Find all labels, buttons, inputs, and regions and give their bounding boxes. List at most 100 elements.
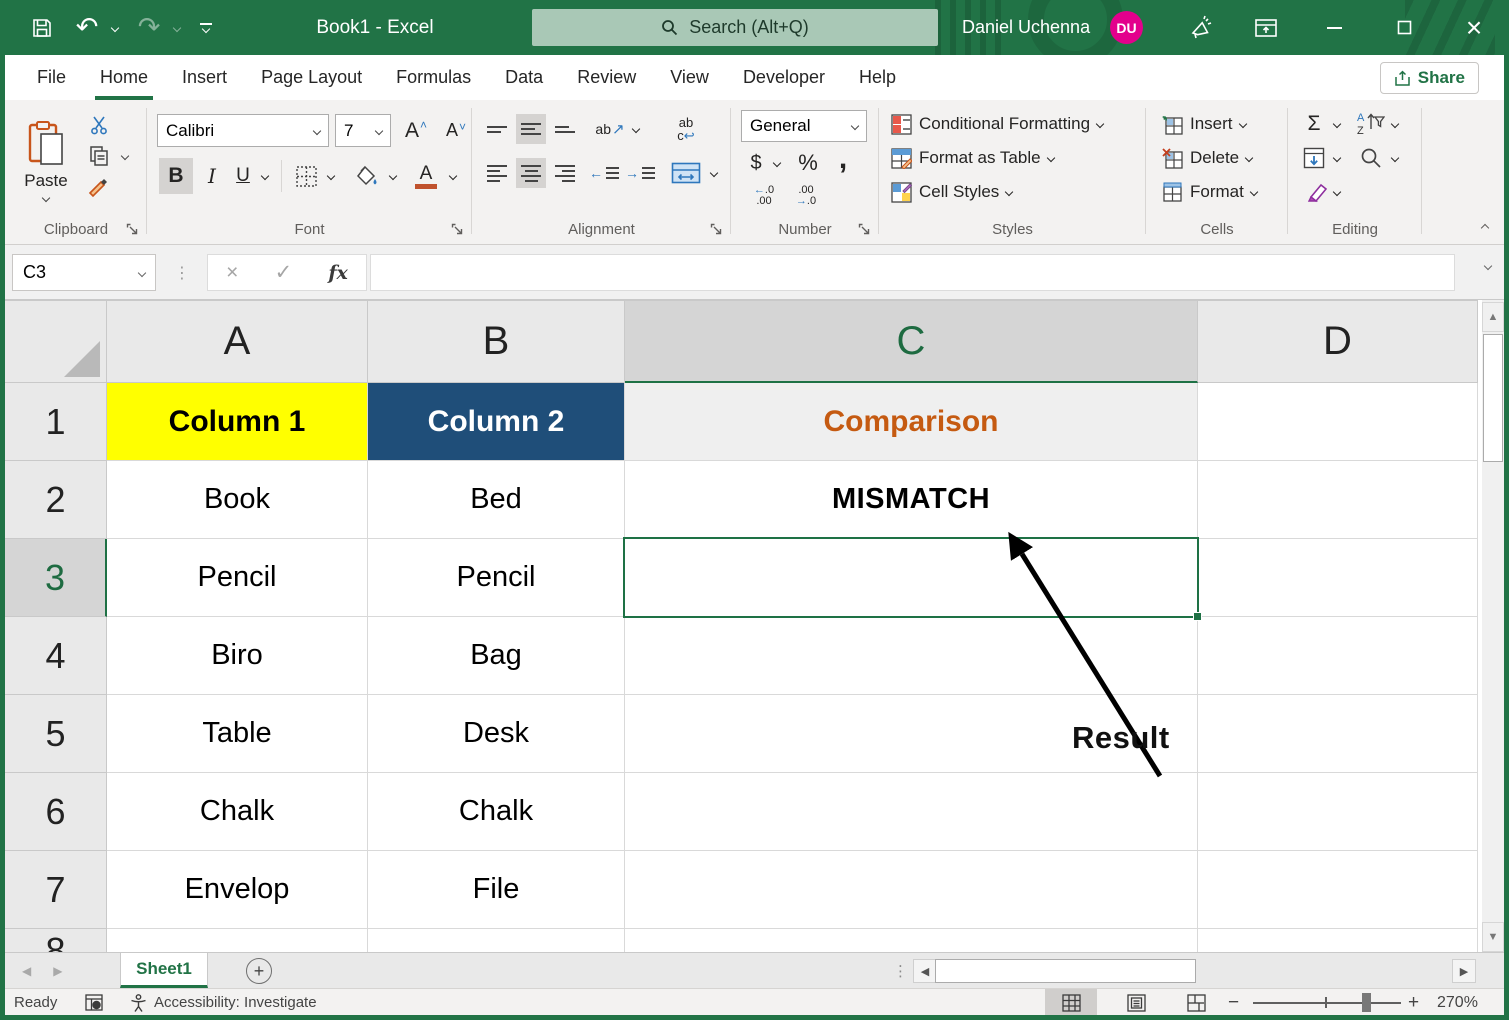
cell-a5[interactable]: Table [107,695,368,773]
comma-style-icon[interactable]: , [831,144,855,174]
orientation-icon[interactable]: ab↗ [594,114,626,144]
number-dialog-launcher-icon[interactable] [858,223,872,237]
cell-d1[interactable] [1198,383,1478,461]
sort-filter-icon[interactable]: AZ [1354,108,1388,138]
tab-home[interactable]: Home [83,55,165,100]
middle-align-icon[interactable] [516,114,546,144]
cell-b1[interactable]: Column 2 [368,383,625,461]
cell-c6[interactable] [625,773,1198,851]
copy-dropdown-icon[interactable] [117,144,133,168]
normal-view-icon[interactable] [1045,989,1097,1016]
tab-developer[interactable]: Developer [726,55,842,100]
tab-page-layout[interactable]: Page Layout [244,55,379,100]
insert-cells-button[interactable]: Insert [1162,110,1246,138]
decrease-indent-icon[interactable]: ← [588,158,620,188]
redo-button[interactable]: ↷ [132,0,166,55]
cell-d4[interactable] [1198,617,1478,695]
vertical-scrollbar-thumb[interactable] [1483,334,1503,462]
page-break-preview-icon[interactable] [1170,989,1222,1016]
increase-font-size-icon[interactable]: A˄ [399,114,433,147]
name-box-dropdown-icon[interactable] [138,268,146,276]
cell-c2[interactable]: MISMATCH [625,461,1198,539]
row-header-3[interactable]: 3 [5,539,107,617]
cell-a8[interactable] [107,929,368,952]
bottom-align-icon[interactable] [550,114,580,144]
feedback-megaphone-icon[interactable] [1180,0,1220,55]
macro-record-icon[interactable] [85,989,103,1016]
row-header-8[interactable]: 8 [5,929,107,952]
tab-review[interactable]: Review [560,55,653,100]
expand-formula-bar-icon[interactable] [1484,262,1492,270]
top-align-icon[interactable] [482,114,512,144]
zoom-out-icon[interactable]: − [1228,989,1239,1016]
cell-d5[interactable] [1198,695,1478,773]
alignment-dialog-launcher-icon[interactable] [710,223,724,237]
scroll-up-icon[interactable]: ▲ [1482,302,1504,332]
horizontal-scrollbar-grip[interactable]: ⋮ [893,953,908,989]
scroll-down-icon[interactable]: ▼ [1482,922,1504,952]
column-header-c[interactable]: C [625,301,1198,383]
vertical-scrollbar[interactable]: ▲ ▼ [1482,300,1504,952]
find-select-dropdown-icon[interactable] [1388,144,1402,172]
font-color-icon[interactable]: A [409,158,443,194]
horizontal-scrollbar-thumb[interactable] [935,959,1196,983]
font-name-combobox[interactable]: Calibri [157,114,329,147]
cell-b6[interactable]: Chalk [368,773,625,851]
bold-button[interactable]: B [159,158,193,194]
maximize-button[interactable] [1380,0,1428,55]
cell-d3[interactable] [1198,539,1478,617]
delete-cells-button[interactable]: Delete [1162,144,1252,172]
zoom-slider-track[interactable] [1253,1002,1401,1004]
align-right-icon[interactable] [550,158,580,188]
zoom-level[interactable]: 270% [1437,989,1478,1016]
previous-sheet-icon[interactable]: ◀ [22,964,31,978]
accessibility-status[interactable]: Accessibility: Investigate [130,989,317,1016]
underline-dropdown-icon[interactable] [257,158,273,194]
cell-c4[interactable] [625,617,1198,695]
borders-icon[interactable] [291,158,321,194]
tab-view[interactable]: View [653,55,726,100]
merge-and-center-icon[interactable] [668,158,704,188]
conditional-formatting-button[interactable]: Conditional Formatting [891,110,1103,138]
row-header-1[interactable]: 1 [5,383,107,461]
cell-d7[interactable] [1198,851,1478,929]
row-header-7[interactable]: 7 [5,851,107,929]
autosum-icon[interactable]: Σ [1300,110,1328,138]
percent-style-icon[interactable]: % [793,148,823,178]
currency-format-icon[interactable]: $ [745,148,767,178]
cell-a7[interactable]: Envelop [107,851,368,929]
tab-insert[interactable]: Insert [165,55,244,100]
fill-handle[interactable] [1193,612,1202,621]
column-header-a[interactable]: A [107,301,368,383]
cell-c8[interactable] [625,929,1198,952]
row-header-4[interactable]: 4 [5,617,107,695]
cell-b5[interactable]: Desk [368,695,625,773]
tab-data[interactable]: Data [488,55,560,100]
font-color-dropdown-icon[interactable] [445,158,461,194]
save-icon[interactable] [24,0,60,55]
cell-a2[interactable]: Book [107,461,368,539]
cell-styles-button[interactable]: Cell Styles [891,178,1012,206]
fill-color-dropdown-icon[interactable] [385,158,401,194]
search-input[interactable]: Search (Alt+Q) [532,9,938,46]
tab-formulas[interactable]: Formulas [379,55,488,100]
cell-d8[interactable] [1198,929,1478,952]
increase-decimal-icon[interactable]: ←.0.00 [745,182,783,210]
tab-file[interactable]: File [20,55,83,100]
zoom-slider-thumb[interactable] [1362,993,1371,1012]
cell-c1[interactable]: Comparison [625,383,1198,461]
fill-color-icon[interactable] [351,158,383,194]
format-as-table-button[interactable]: Format as Table [891,144,1054,172]
clear-dropdown-icon[interactable] [1330,178,1344,206]
row-header-6[interactable]: 6 [5,773,107,851]
cell-a3[interactable]: Pencil [107,539,368,617]
fill-dropdown-icon[interactable] [1330,144,1344,172]
clear-eraser-icon[interactable] [1300,178,1328,206]
cell-c7[interactable] [625,851,1198,929]
scroll-left-icon[interactable]: ◀ [913,959,937,983]
avatar[interactable]: DU [1110,11,1143,44]
cell-b3[interactable]: Pencil [368,539,625,617]
paste-button[interactable]: Paste [17,108,75,214]
redo-dropdown-icon[interactable] [168,0,186,55]
row-header-5[interactable]: 5 [5,695,107,773]
